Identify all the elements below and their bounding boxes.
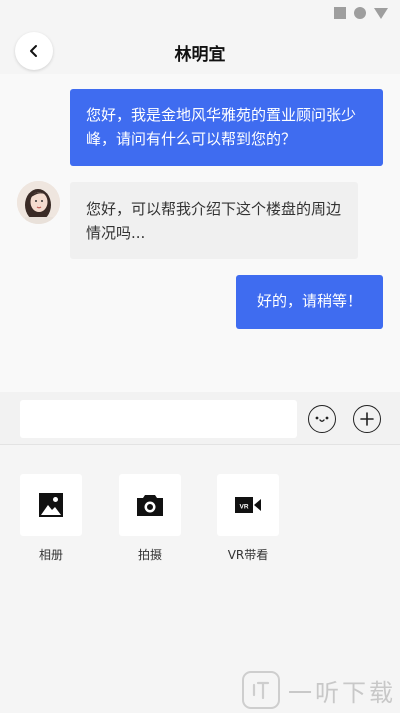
tool-label: VR带看 bbox=[227, 548, 269, 562]
svg-text:VR: VR bbox=[239, 504, 248, 511]
outgoing-message[interactable]: 好的，请稍等！ bbox=[236, 275, 383, 329]
vr-tool[interactable]: VR VR带看 bbox=[217, 474, 279, 563]
triangle-icon bbox=[374, 7, 388, 19]
watermark: 一听下载 bbox=[242, 671, 396, 709]
outgoing-message[interactable]: 您好，我是金地风华雅苑的置业顾问张少峰，请问有什么可以帮到您的？ bbox=[70, 89, 383, 166]
message-input[interactable] bbox=[20, 400, 297, 438]
album-tool[interactable]: 相册 bbox=[20, 474, 82, 563]
attachment-panel: 相册 拍摄 VR VR带看 一听下载 bbox=[0, 446, 400, 713]
camera-button[interactable] bbox=[119, 474, 181, 536]
avatar-portrait-icon bbox=[17, 181, 60, 224]
tool-label: 拍摄 bbox=[137, 548, 162, 562]
vr-camera-icon: VR bbox=[235, 497, 261, 513]
page-title: 林明宜 bbox=[174, 45, 226, 65]
status-bar bbox=[0, 0, 400, 26]
image-icon bbox=[39, 493, 63, 517]
album-button[interactable] bbox=[20, 474, 82, 536]
incoming-message[interactable]: 您好，可以帮我介绍下这个楼盘的周边情况吗... bbox=[70, 182, 358, 259]
chat-header: 林明宜 bbox=[0, 26, 400, 74]
watermark-text: 一听下载 bbox=[288, 678, 396, 707]
square-icon bbox=[334, 7, 346, 19]
tool-label: 相册 bbox=[38, 548, 63, 562]
message-list: 您好，我是金地风华雅苑的置业顾问张少峰，请问有什么可以帮到您的？ 您好，可以帮我… bbox=[0, 74, 400, 392]
circle-icon bbox=[354, 7, 366, 19]
input-bar bbox=[0, 392, 400, 445]
avatar[interactable] bbox=[17, 181, 60, 224]
vr-button[interactable]: VR bbox=[217, 474, 279, 536]
add-button[interactable] bbox=[353, 405, 381, 433]
watermark-logo-icon bbox=[242, 671, 280, 709]
camera-tool[interactable]: 拍摄 bbox=[119, 474, 181, 563]
system-nav-icons bbox=[334, 7, 388, 19]
plus-icon bbox=[360, 412, 374, 426]
camera-icon bbox=[137, 495, 163, 516]
emoji-button[interactable] bbox=[308, 405, 336, 433]
emoji-icon bbox=[315, 416, 329, 422]
